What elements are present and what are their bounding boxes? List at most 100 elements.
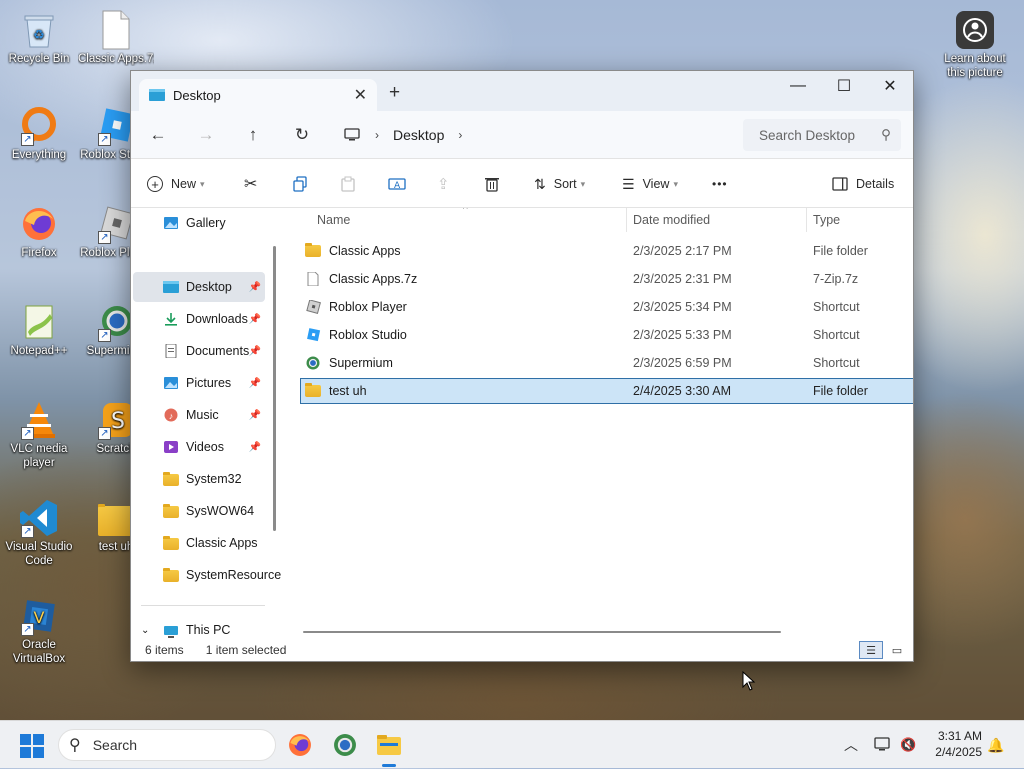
rename-button[interactable]: A [388, 173, 406, 195]
tiles-view-button[interactable]: ▭ [885, 641, 909, 659]
desktop-icon-everything[interactable]: ↗ Everything [1, 106, 77, 162]
column-divider[interactable] [806, 208, 807, 232]
taskbar: ⚲ Search ︿ 🔇 3:31 AM 2/4/2025 🔔 [0, 720, 1024, 768]
paste-button[interactable] [340, 173, 356, 195]
taskbar-file-explorer[interactable] [373, 729, 405, 767]
sidebar-scrollbar[interactable] [273, 246, 276, 531]
share-button[interactable]: ⇪ [437, 173, 450, 195]
sidebar-item-music[interactable]: ♪ Music 📌 [133, 400, 265, 430]
sidebar-item-desktop[interactable]: Desktop 📌 [133, 272, 265, 302]
cut-button[interactable]: ✂ [244, 173, 257, 195]
search-icon: ⚲ [69, 737, 81, 754]
desktop-folder-icon [163, 281, 179, 293]
details-view-button[interactable]: ☰ [859, 641, 883, 659]
tab-desktop[interactable]: Desktop ✕ [139, 79, 377, 111]
desktop-icon-notepadpp[interactable]: Notepad++ [1, 302, 77, 358]
delete-button[interactable] [484, 173, 500, 195]
details-pane-button[interactable]: Details [832, 173, 894, 195]
sidebar-item-classic-apps[interactable]: Classic Apps [133, 528, 265, 558]
search-input[interactable]: Search Desktop ⚲ [743, 119, 901, 151]
sidebar-item-gallery[interactable]: Gallery [133, 208, 265, 238]
column-header-type[interactable]: Type [813, 208, 840, 232]
column-header-date-modified[interactable]: Date modified [633, 208, 710, 232]
sort-icon: ⇅ [534, 175, 546, 192]
minimize-button[interactable]: — [775, 71, 821, 101]
paste-icon [341, 176, 355, 192]
chevron-right-icon[interactable]: › [458, 128, 462, 142]
sidebar-divider [141, 605, 265, 606]
sidebar-item-systemresources[interactable]: SystemResources [133, 560, 281, 590]
chevron-right-icon[interactable]: › [375, 128, 379, 142]
column-divider[interactable] [626, 208, 627, 232]
pin-icon: 📌 [248, 409, 261, 421]
pin-icon: 📌 [248, 281, 261, 293]
column-header-name[interactable]: Name [317, 208, 350, 232]
chevron-down-icon: ▾ [673, 178, 678, 189]
network-status-button[interactable] [874, 721, 892, 769]
view-button[interactable]: ☰ View ▾ [622, 173, 678, 195]
notifications-button[interactable]: 🔔 [987, 721, 1004, 769]
trash-icon [485, 178, 499, 192]
taskbar-supermium[interactable] [329, 729, 361, 761]
virtualbox-icon: V ↗ [19, 596, 59, 636]
this-pc-breadcrumb-button[interactable] [339, 123, 365, 147]
close-button[interactable]: ✕ [867, 71, 913, 101]
desktop-icon-firefox[interactable]: Firefox [1, 204, 77, 260]
show-hidden-icons-button[interactable]: ︿ [844, 721, 858, 769]
file-row-roblox-player[interactable]: Roblox Player 2/3/2025 5:34 PM Shortcut [301, 295, 913, 319]
clock-date: 2/4/2025 [935, 745, 982, 759]
pictures-icon [164, 377, 178, 389]
more-options-button[interactable]: ••• [712, 173, 728, 195]
share-icon: ⇪ [437, 176, 450, 193]
new-button[interactable]: + New ▾ [147, 173, 205, 195]
desktop-icon-learn-about-picture[interactable]: Learn about this picture [936, 10, 1014, 80]
arrow-right-icon: → [197, 125, 215, 144]
volume-button[interactable]: 🔇 [900, 721, 916, 769]
selection-count: 1 item selected [205, 642, 287, 657]
desktop-icon-classic-apps-7z[interactable]: Classic Apps.7z [78, 10, 154, 66]
breadcrumb: › Desktop › [375, 122, 476, 148]
search-icon: ⚲ [881, 127, 891, 142]
taskbar-firefox[interactable] [284, 729, 316, 761]
clock[interactable]: 3:31 AM 2/4/2025 [935, 728, 982, 760]
desktop-icon-recycle-bin[interactable]: ♻ Recycle Bin [1, 10, 77, 66]
file-row-test-uh[interactable]: test uh 2/4/2025 3:30 AM File folder [300, 378, 913, 404]
file-row-classic-apps[interactable]: Classic Apps 2/3/2025 2:17 PM File folde… [301, 239, 913, 263]
horizontal-scrollbar[interactable] [303, 631, 781, 633]
refresh-button[interactable]: ↻ [289, 123, 315, 147]
svg-text:♪: ♪ [169, 411, 174, 421]
sidebar-item-syswow64[interactable]: SysWOW64 [133, 496, 265, 526]
file-row-supermium[interactable]: Supermium 2/3/2025 6:59 PM Shortcut [301, 351, 913, 375]
back-button[interactable]: ← [145, 123, 171, 147]
recycle-bin-icon: ♻ [19, 10, 59, 50]
file-icon [96, 10, 136, 50]
desktop-icon-vlc[interactable]: ↗ VLC media player [1, 400, 77, 470]
up-button[interactable]: ↑ [240, 123, 266, 147]
desktop-icon-virtualbox[interactable]: V ↗ Oracle VirtualBox [1, 596, 77, 666]
tab-close-button[interactable]: ✕ [354, 85, 367, 105]
forward-button[interactable]: → [193, 123, 219, 147]
file-row-roblox-studio[interactable]: Roblox Studio 2/3/2025 5:33 PM Shortcut [301, 323, 913, 347]
maximize-button[interactable]: ☐ [821, 71, 867, 101]
file-explorer-window: Desktop ✕ + — ☐ ✕ ← → ↑ ↻ › Desktop › Se… [130, 70, 914, 662]
file-row-classic-apps-7z[interactable]: Classic Apps.7z 2/3/2025 2:31 PM 7-Zip.7… [301, 267, 913, 291]
breadcrumb-desktop[interactable]: Desktop [393, 127, 444, 143]
pin-icon: 📌 [248, 345, 261, 357]
taskbar-search[interactable]: ⚲ Search [58, 729, 276, 761]
music-icon: ♪ [164, 408, 178, 422]
sidebar-item-documents[interactable]: Documents 📌 [133, 336, 265, 366]
sidebar-item-videos[interactable]: Videos 📌 [133, 432, 265, 462]
svg-text:V: V [34, 608, 45, 627]
sidebar-item-system32[interactable]: System32 [133, 464, 265, 494]
sort-button[interactable]: ⇅ Sort ▾ [534, 173, 585, 195]
sidebar-item-pictures[interactable]: Pictures 📌 [133, 368, 265, 398]
chevron-down-icon[interactable]: ⌄ [141, 625, 149, 636]
windows-logo-icon [33, 747, 44, 758]
pin-icon: 📌 [248, 377, 261, 389]
copy-button[interactable] [292, 173, 308, 195]
sidebar-item-downloads[interactable]: Downloads 📌 [133, 304, 265, 334]
new-tab-button[interactable]: + [389, 82, 400, 104]
desktop-icon-vscode[interactable]: ↗ Visual Studio Code [1, 498, 77, 568]
start-button[interactable] [20, 734, 44, 758]
copy-icon [293, 176, 307, 192]
